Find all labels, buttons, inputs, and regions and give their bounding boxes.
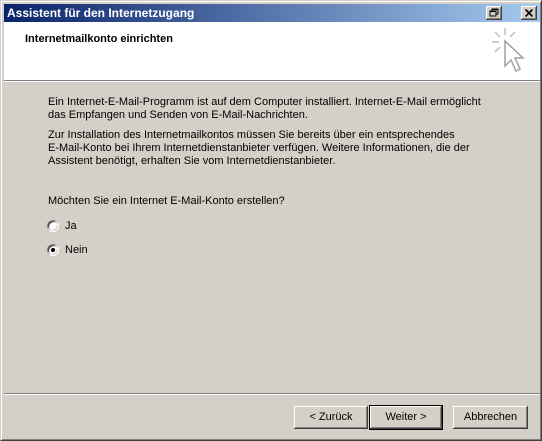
wizard-window: Assistent für den Internetzugang Interne…: [0, 0, 542, 441]
radio-button-ja[interactable]: [47, 220, 59, 232]
radio-button-nein[interactable]: [47, 244, 59, 256]
info-line-1: Zur Installation des Internetmailkontos …: [48, 129, 455, 141]
close-button[interactable]: [521, 6, 537, 20]
info-line-2: E-Mail-Konto bei Ihrem Internetdienstanb…: [48, 142, 470, 154]
next-button[interactable]: Weiter >: [370, 406, 442, 429]
window-title: Assistent für den Internetzugang: [7, 6, 195, 20]
back-button[interactable]: < Zurück: [294, 406, 368, 429]
info-line-3: Assistent benötigt, erhalten Sie vom Int…: [48, 155, 336, 167]
intro-paragraph: Ein Internet-E-Mail-Programm ist auf dem…: [48, 96, 508, 122]
radio-label-nein: Nein: [65, 244, 88, 256]
header-separator: [4, 80, 540, 82]
intro-line-2: das Empfangen und Senden von E-Mail-Nach…: [48, 109, 308, 121]
question-label: Möchten Sie ein Internet E-Mail-Konto er…: [48, 195, 285, 207]
radio-selected-dot: [51, 248, 55, 252]
radio-label-ja: Ja: [65, 220, 77, 232]
cancel-button[interactable]: Abbrechen: [453, 406, 528, 429]
wizard-header: Internetmailkonto einrichten: [4, 22, 540, 80]
info-paragraph: Zur Installation des Internetmailkontos …: [48, 129, 508, 168]
page-title: Internetmailkonto einrichten: [25, 33, 173, 45]
radio-ja[interactable]: Ja: [47, 219, 77, 233]
footer-separator: [4, 393, 540, 395]
close-icon: [524, 8, 534, 18]
radio-nein[interactable]: Nein: [47, 243, 88, 257]
title-bar[interactable]: Assistent für den Internetzugang: [4, 4, 540, 22]
restore-button[interactable]: [486, 6, 502, 20]
restore-icon: [489, 8, 499, 17]
cursor-sparkle-icon: [492, 28, 525, 73]
intro-line-1: Ein Internet-E-Mail-Programm ist auf dem…: [48, 96, 481, 108]
